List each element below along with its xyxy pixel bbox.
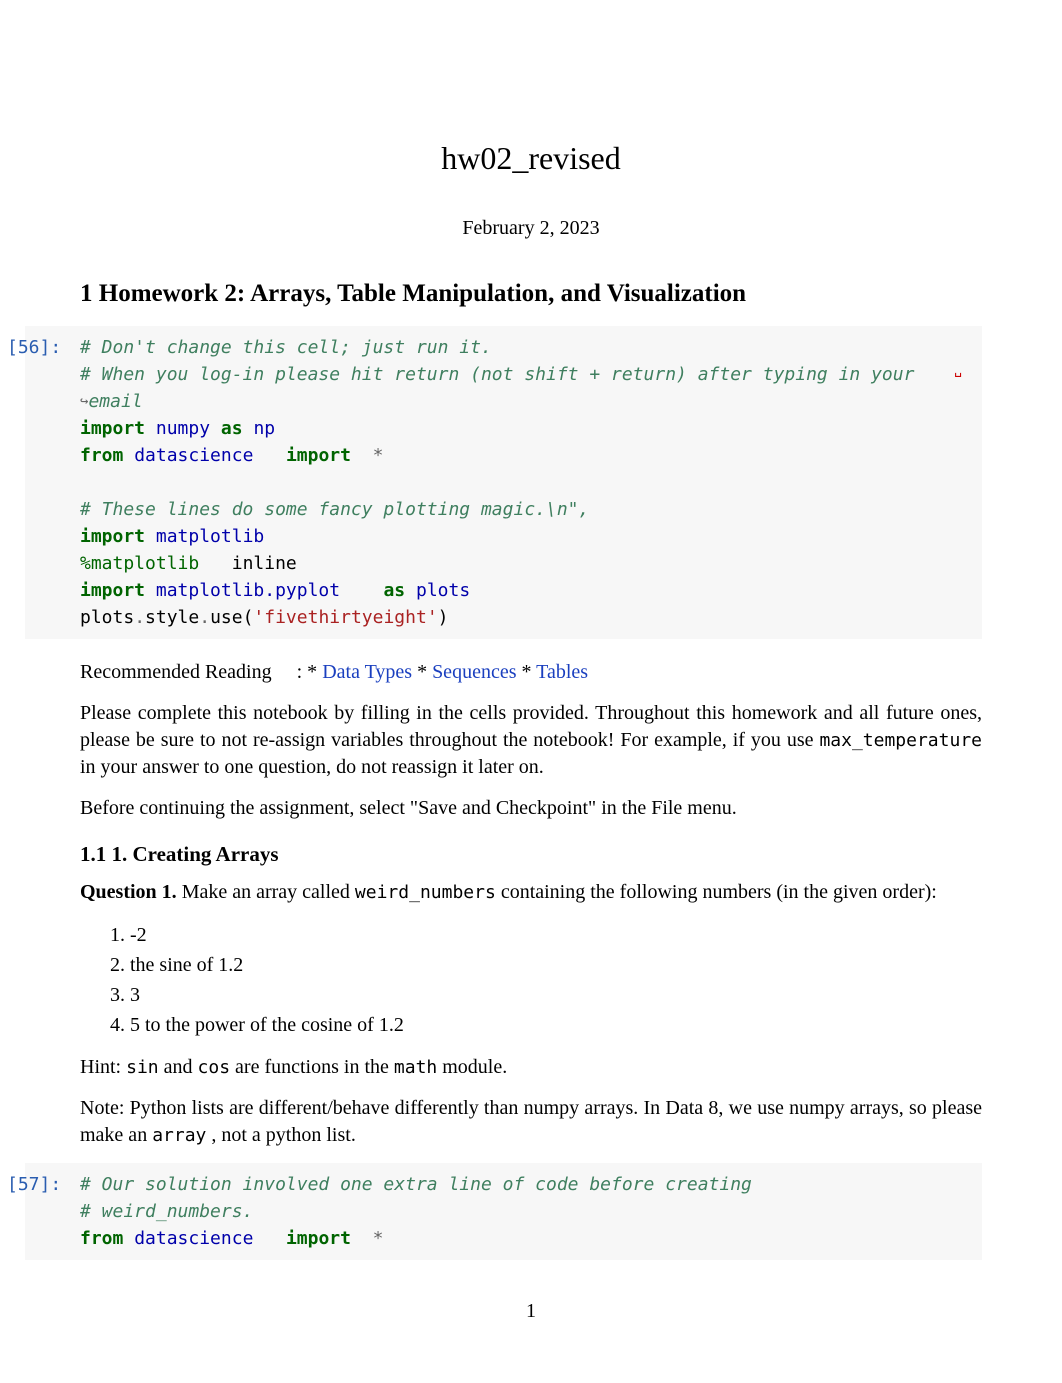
- keyword: from: [80, 445, 123, 466]
- text: Hint:: [80, 1056, 126, 1078]
- inline-code: sin: [126, 1057, 159, 1078]
- page: hw02_revised February 2, 2023 1 Homework…: [0, 0, 1062, 1383]
- question-label: Question 1.: [80, 881, 177, 903]
- link-sequences[interactable]: Sequences: [432, 661, 516, 683]
- section-heading-1-1: 1.1 1. Creating Arrays: [80, 842, 982, 867]
- doc-title: hw02_revised: [80, 140, 982, 177]
- link-tables[interactable]: Tables: [536, 661, 588, 683]
- operator: .: [134, 607, 145, 628]
- keyword: as: [383, 580, 405, 601]
- keyword: import: [286, 445, 351, 466]
- paren: ): [438, 607, 449, 628]
- text: , not a python list.: [206, 1124, 355, 1146]
- text: : *: [297, 661, 318, 683]
- question-1: Question 1. Make an array called weird_n…: [80, 879, 982, 906]
- keyword: import: [80, 418, 145, 439]
- code-comment: # These lines do some fancy plotting mag…: [80, 499, 589, 520]
- identifier: plots: [80, 607, 134, 628]
- identifier: style: [145, 607, 199, 628]
- text: are functions in the: [230, 1056, 394, 1078]
- recommended-reading-line: Recommended Reading : * Data Types * Seq…: [80, 659, 982, 686]
- input-prompt-57: [57]:: [7, 1171, 61, 1198]
- paragraph-instructions: Please complete this notebook by filling…: [80, 700, 982, 781]
- inline-code: array: [152, 1125, 206, 1146]
- list-item: 5 to the power of the cosine of 1.2: [130, 1010, 982, 1040]
- module-name: numpy: [156, 418, 210, 439]
- paragraph-save: Before continuing the assignment, select…: [80, 795, 982, 822]
- list-item: 3: [130, 980, 982, 1010]
- text: in your answer to one question, do not r…: [80, 756, 544, 778]
- text: Make an array called: [177, 881, 355, 903]
- input-prompt-56: [56]:: [7, 334, 61, 361]
- operator: *: [373, 445, 384, 466]
- text: *: [417, 661, 432, 683]
- link-data-types[interactable]: Data Types: [322, 661, 412, 683]
- text: containing the following numbers (in the…: [496, 881, 937, 903]
- inline-code: cos: [198, 1057, 231, 1078]
- code-comment: # weird_numbers.: [80, 1201, 253, 1222]
- magic-arg: inline: [232, 553, 297, 574]
- ordered-list: -2 the sine of 1.2 3 5 to the power of t…: [110, 920, 982, 1040]
- code-cell-57: [57]: # Our solution involved one extra …: [25, 1163, 982, 1260]
- label: Recommended Reading: [80, 661, 272, 683]
- module-name: datascience: [134, 445, 253, 466]
- module-name: matplotlib.pyplot: [156, 580, 340, 601]
- note-line: Note: Python lists are different/behave …: [80, 1095, 982, 1149]
- operator: .: [199, 607, 210, 628]
- list-item: the sine of 1.2: [130, 950, 982, 980]
- code-comment: email: [88, 391, 142, 412]
- code-comment: # Our solution involved one extra line o…: [80, 1174, 752, 1195]
- keyword: import: [80, 526, 145, 547]
- hint-line: Hint: sin and cos are functions in the m…: [80, 1054, 982, 1081]
- keyword: import: [80, 580, 145, 601]
- keyword: from: [80, 1228, 123, 1249]
- inline-code: math: [394, 1057, 437, 1078]
- text: module.: [437, 1056, 507, 1078]
- page-number: 1: [80, 1300, 982, 1323]
- identifier: use(: [210, 607, 253, 628]
- inline-code: max_temperature: [819, 730, 982, 751]
- doc-date: February 2, 2023: [80, 217, 982, 240]
- magic-command: %matplotlib: [80, 553, 199, 574]
- continuation-mark-icon: ␣: [954, 361, 962, 381]
- module-name: datascience: [134, 1228, 253, 1249]
- keyword: import: [286, 1228, 351, 1249]
- string-literal: 'fivethirtyeight': [253, 607, 437, 628]
- alias-name: np: [253, 418, 275, 439]
- code-comment: # Don't change this cell; just run it.: [80, 337, 492, 358]
- module-name: matplotlib: [156, 526, 264, 547]
- operator: *: [373, 1228, 384, 1249]
- code-cell-56: [56]: # Don't change this cell; just run…: [25, 326, 982, 639]
- inline-code: weird_numbers: [355, 882, 496, 903]
- list-item: -2: [130, 920, 982, 950]
- alias-name: plots: [416, 580, 470, 601]
- section-heading-1: 1 Homework 2: Arrays, Table Manipulation…: [80, 280, 982, 308]
- text: and: [159, 1056, 198, 1078]
- code-comment: # When you log-in please hit return (not…: [80, 364, 914, 385]
- text: *: [521, 661, 536, 683]
- keyword: as: [221, 418, 243, 439]
